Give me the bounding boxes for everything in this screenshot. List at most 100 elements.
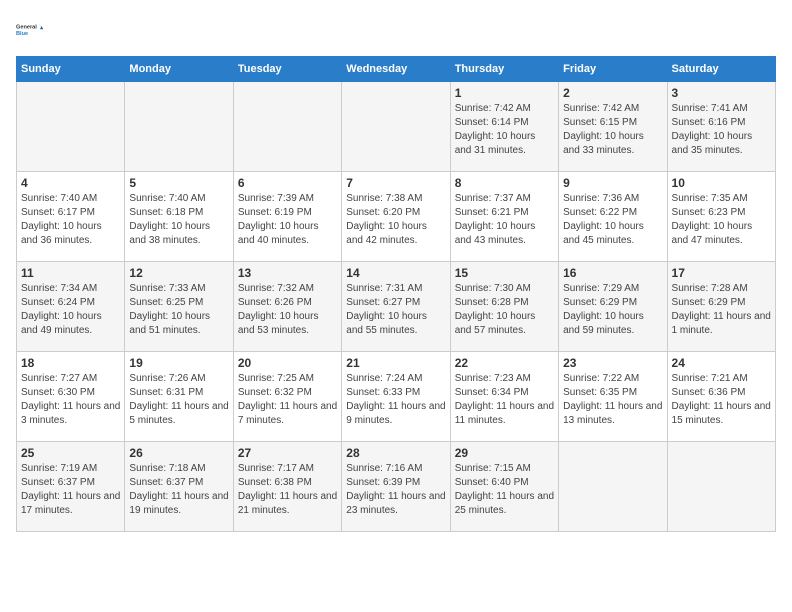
calendar-cell [667,442,775,532]
day-number: 15 [455,266,554,280]
calendar-cell: 18 Sunrise: 7:27 AM Sunset: 6:30 PM Dayli… [17,352,125,442]
day-number: 26 [129,446,228,460]
day-info: Sunrise: 7:42 AM Sunset: 6:14 PM Dayligh… [455,102,554,158]
day-info: Sunrise: 7:40 AM Sunset: 6:18 PM Dayligh… [129,192,228,248]
day-number: 2 [563,86,662,100]
day-info: Sunrise: 7:30 AM Sunset: 6:28 PM Dayligh… [455,282,554,338]
day-info: Sunrise: 7:26 AM Sunset: 6:31 PM Dayligh… [129,372,228,428]
calendar-cell: 15 Sunrise: 7:30 AM Sunset: 6:28 PM Dayli… [450,262,558,352]
calendar-cell: 8 Sunrise: 7:37 AM Sunset: 6:21 PM Daylig… [450,172,558,262]
weekday-header-friday: Friday [559,57,667,82]
day-number: 12 [129,266,228,280]
calendar-cell: 26 Sunrise: 7:18 AM Sunset: 6:37 PM Dayli… [125,442,233,532]
weekday-header-saturday: Saturday [667,57,775,82]
calendar-cell [559,442,667,532]
calendar-cell: 14 Sunrise: 7:31 AM Sunset: 6:27 PM Dayli… [342,262,450,352]
weekday-header-thursday: Thursday [450,57,558,82]
weekday-header-monday: Monday [125,57,233,82]
day-info: Sunrise: 7:31 AM Sunset: 6:27 PM Dayligh… [346,282,445,338]
calendar-cell: 11 Sunrise: 7:34 AM Sunset: 6:24 PM Dayli… [17,262,125,352]
calendar-cell [125,82,233,172]
calendar-cell: 16 Sunrise: 7:29 AM Sunset: 6:29 PM Dayli… [559,262,667,352]
week-row-2: 4Sunrise: 7:40 AM Sunset: 6:17 PM Daylig… [17,172,776,262]
day-number: 13 [238,266,337,280]
day-info: Sunrise: 7:22 AM Sunset: 6:35 PM Dayligh… [563,372,662,428]
day-info: Sunrise: 7:41 AM Sunset: 6:16 PM Dayligh… [672,102,771,158]
day-info: Sunrise: 7:15 AM Sunset: 6:40 PM Dayligh… [455,462,554,518]
calendar-cell: 17 Sunrise: 7:28 AM Sunset: 6:29 PM Dayli… [667,262,775,352]
day-info: Sunrise: 7:25 AM Sunset: 6:32 PM Dayligh… [238,372,337,428]
day-info: Sunrise: 7:36 AM Sunset: 6:22 PM Dayligh… [563,192,662,248]
day-number: 9 [563,176,662,190]
day-number: 17 [672,266,771,280]
day-info: Sunrise: 7:16 AM Sunset: 6:39 PM Dayligh… [346,462,445,518]
weekday-header-row: SundayMondayTuesdayWednesdayThursdayFrid… [17,57,776,82]
week-row-4: 18 Sunrise: 7:27 AM Sunset: 6:30 PM Dayli… [17,352,776,442]
calendar-cell: 20 Sunrise: 7:25 AM Sunset: 6:32 PM Dayli… [233,352,341,442]
calendar-cell: 6Sunrise: 7:39 AM Sunset: 6:19 PM Daylig… [233,172,341,262]
day-info: Sunrise: 7:37 AM Sunset: 6:21 PM Dayligh… [455,192,554,248]
calendar-cell: 28 Sunrise: 7:16 AM Sunset: 6:39 PM Dayli… [342,442,450,532]
day-info: Sunrise: 7:18 AM Sunset: 6:37 PM Dayligh… [129,462,228,518]
weekday-header-tuesday: Tuesday [233,57,341,82]
day-number: 10 [672,176,771,190]
day-number: 29 [455,446,554,460]
calendar-cell: 25Sunrise: 7:19 AM Sunset: 6:37 PM Dayli… [17,442,125,532]
day-info: Sunrise: 7:34 AM Sunset: 6:24 PM Dayligh… [21,282,120,338]
day-number: 19 [129,356,228,370]
day-info: Sunrise: 7:27 AM Sunset: 6:30 PM Dayligh… [21,372,120,428]
calendar-cell: 5 Sunrise: 7:40 AM Sunset: 6:18 PM Daylig… [125,172,233,262]
day-number: 16 [563,266,662,280]
day-info: Sunrise: 7:24 AM Sunset: 6:33 PM Dayligh… [346,372,445,428]
day-info: Sunrise: 7:35 AM Sunset: 6:23 PM Dayligh… [672,192,771,248]
calendar-cell [17,82,125,172]
calendar-cell: 12 Sunrise: 7:33 AM Sunset: 6:25 PM Dayli… [125,262,233,352]
day-info: Sunrise: 7:28 AM Sunset: 6:29 PM Dayligh… [672,282,771,338]
calendar-cell: 3 Sunrise: 7:41 AM Sunset: 6:16 PM Daylig… [667,82,775,172]
calendar-cell: 23 Sunrise: 7:22 AM Sunset: 6:35 PM Dayli… [559,352,667,442]
day-number: 1 [455,86,554,100]
day-number: 11 [21,266,120,280]
calendar-cell: 7 Sunrise: 7:38 AM Sunset: 6:20 PM Daylig… [342,172,450,262]
day-number: 7 [346,176,445,190]
day-number: 3 [672,86,771,100]
day-number: 14 [346,266,445,280]
day-info: Sunrise: 7:21 AM Sunset: 6:36 PM Dayligh… [672,372,771,428]
calendar-cell: 1 Sunrise: 7:42 AM Sunset: 6:14 PM Daylig… [450,82,558,172]
calendar-cell: 4Sunrise: 7:40 AM Sunset: 6:17 PM Daylig… [17,172,125,262]
day-number: 28 [346,446,445,460]
calendar-cell: 13 Sunrise: 7:32 AM Sunset: 6:26 PM Dayli… [233,262,341,352]
calendar-cell [342,82,450,172]
calendar-cell: 27Sunrise: 7:17 AM Sunset: 6:38 PM Dayli… [233,442,341,532]
week-row-5: 25Sunrise: 7:19 AM Sunset: 6:37 PM Dayli… [17,442,776,532]
svg-text:General: General [16,24,37,30]
day-info: Sunrise: 7:29 AM Sunset: 6:29 PM Dayligh… [563,282,662,338]
day-info: Sunrise: 7:33 AM Sunset: 6:25 PM Dayligh… [129,282,228,338]
day-info: Sunrise: 7:32 AM Sunset: 6:26 PM Dayligh… [238,282,337,338]
week-row-3: 11 Sunrise: 7:34 AM Sunset: 6:24 PM Dayli… [17,262,776,352]
logo-icon: GeneralBlue [16,16,44,44]
day-info: Sunrise: 7:38 AM Sunset: 6:20 PM Dayligh… [346,192,445,248]
day-info: Sunrise: 7:42 AM Sunset: 6:15 PM Dayligh… [563,102,662,158]
svg-text:Blue: Blue [16,31,28,37]
calendar-table: SundayMondayTuesdayWednesdayThursdayFrid… [16,56,776,532]
day-number: 20 [238,356,337,370]
day-info: Sunrise: 7:40 AM Sunset: 6:17 PM Dayligh… [21,192,120,248]
week-row-1: 1 Sunrise: 7:42 AM Sunset: 6:14 PM Daylig… [17,82,776,172]
logo: GeneralBlue [16,16,44,44]
day-number: 5 [129,176,228,190]
day-number: 27 [238,446,337,460]
calendar-cell: 2 Sunrise: 7:42 AM Sunset: 6:15 PM Daylig… [559,82,667,172]
day-info: Sunrise: 7:19 AM Sunset: 6:37 PM Dayligh… [21,462,120,518]
day-number: 21 [346,356,445,370]
day-number: 23 [563,356,662,370]
calendar-cell: 29 Sunrise: 7:15 AM Sunset: 6:40 PM Dayli… [450,442,558,532]
calendar-cell: 22Sunrise: 7:23 AM Sunset: 6:34 PM Dayli… [450,352,558,442]
calendar-cell: 19 Sunrise: 7:26 AM Sunset: 6:31 PM Dayli… [125,352,233,442]
day-number: 8 [455,176,554,190]
day-number: 18 [21,356,120,370]
day-info: Sunrise: 7:39 AM Sunset: 6:19 PM Dayligh… [238,192,337,248]
calendar-cell [233,82,341,172]
day-info: Sunrise: 7:23 AM Sunset: 6:34 PM Dayligh… [455,372,554,428]
calendar-cell: 21 Sunrise: 7:24 AM Sunset: 6:33 PM Dayli… [342,352,450,442]
